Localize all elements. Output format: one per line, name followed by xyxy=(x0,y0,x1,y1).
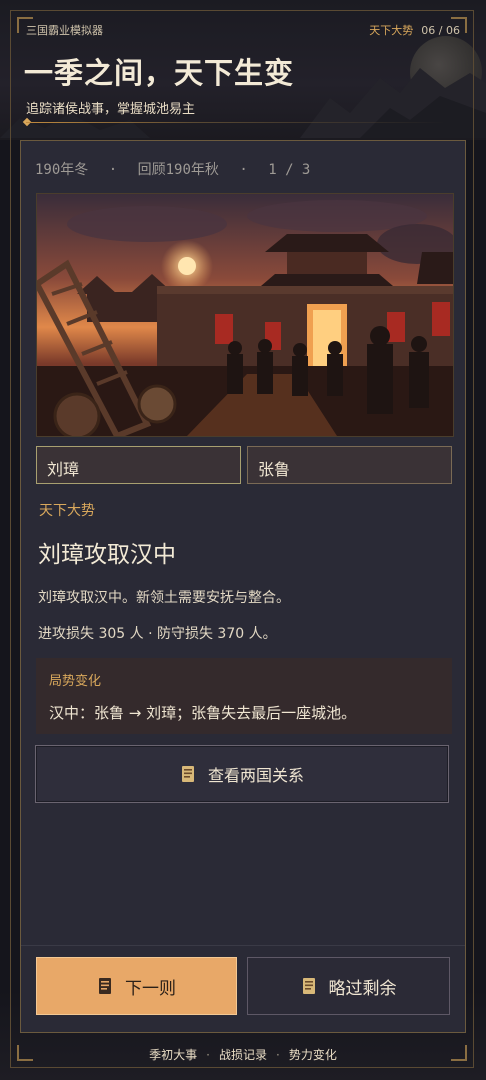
page-title: 一季之间，天下生变 xyxy=(24,56,295,90)
page-subtitle: 追踪诸侯战事，掌握城池易主 xyxy=(26,102,196,117)
section-name: 天下大势 xyxy=(369,24,414,37)
meta-separator: · xyxy=(108,162,118,178)
next-label: 下一则 xyxy=(125,978,176,999)
meta-separator: · xyxy=(239,162,248,178)
event-category: 天下大势 xyxy=(39,503,95,519)
skip-remaining-button[interactable]: 略过剩余 xyxy=(247,957,450,1015)
scroll-icon xyxy=(181,766,194,782)
view-relations-label: 查看两国关系 xyxy=(207,766,304,785)
situation-change-title: 局势变化 xyxy=(49,674,102,689)
top-bar: 三国霸业模拟器 天下大势 06 / 06 xyxy=(26,22,460,38)
section-indicator: 天下大势 06 / 06 xyxy=(369,22,460,38)
situation-change-box: 局势变化 汉中：张鲁 → 刘璋；张鲁失去最后一座城池。 xyxy=(36,658,452,734)
event-counter: 1 / 3 xyxy=(268,162,311,178)
attacker-tag: 刘璋 xyxy=(36,446,241,484)
nav-item-season-events[interactable]: 季初大事 xyxy=(149,1048,197,1062)
event-meta: 190年冬 · 回顾190年秋 · 1 / 3 xyxy=(35,159,322,179)
header-divider xyxy=(26,122,446,123)
bottom-nav: 季初大事 · 战损记录 · 势力变化 xyxy=(0,1046,486,1063)
scroll-icon xyxy=(99,978,111,994)
app-name: 三国霸业模拟器 xyxy=(26,24,103,37)
nav-separator: · xyxy=(276,1048,280,1062)
nav-separator: · xyxy=(206,1048,210,1062)
situation-change-text: 汉中：张鲁 → 刘璋；张鲁失去最后一座城池。 xyxy=(49,704,357,722)
event-title: 刘璋攻取汉中 xyxy=(38,542,176,568)
event-illustration xyxy=(36,193,454,437)
event-losses: 进攻损失 305 人 · 防守损失 370 人。 xyxy=(38,626,277,642)
city-siege-illustration xyxy=(37,194,453,436)
nav-item-battle-losses[interactable]: 战损记录 xyxy=(219,1048,267,1062)
page-indicator: 06 / 06 xyxy=(421,24,460,37)
event-season: 190年冬 xyxy=(35,162,89,178)
skip-remaining-label: 略过剩余 xyxy=(328,978,397,999)
card-divider xyxy=(21,945,465,946)
event-review: 回顾190年秋 xyxy=(137,162,219,178)
next-button[interactable]: 下一则 xyxy=(36,957,237,1015)
event-card: 190年冬 · 回顾190年秋 · 1 / 3 刘璋 张鲁 天下大势 刘璋攻取汉… xyxy=(20,140,466,1033)
view-relations-button[interactable]: 查看两国关系 xyxy=(35,745,449,803)
scroll-icon xyxy=(302,978,315,994)
event-description: 刘璋攻取汉中。新领土需要安抚与整合。 xyxy=(38,590,290,606)
nav-item-power-changes[interactable]: 势力变化 xyxy=(289,1048,337,1062)
defender-tag: 张鲁 xyxy=(247,446,452,484)
